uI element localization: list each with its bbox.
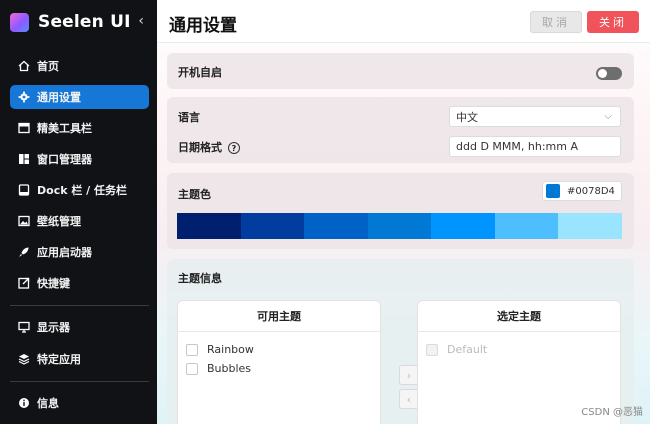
help-icon[interactable]: ? xyxy=(228,142,240,154)
theme-color-value: #0078D4 xyxy=(567,185,615,197)
color-swatch-2[interactable] xyxy=(240,213,305,239)
autostart-toggle[interactable] xyxy=(596,67,622,80)
cancel-button[interactable]: 取消 xyxy=(530,11,582,33)
sidebar-item-wallpaper[interactable]: 壁纸管理 xyxy=(10,209,149,233)
sidebar-item-toolbar[interactable]: 精美工具栏 xyxy=(10,116,149,140)
sidebar-divider xyxy=(10,381,149,382)
locale-card: 语言 中文 ⌵ 日期格式? ddd D MMM, hh:mm A xyxy=(167,97,634,163)
language-label: 语言 xyxy=(178,111,200,124)
chevron-down-icon: ⌵ xyxy=(604,111,612,122)
date-format-value: ddd D MMM, hh:mm A xyxy=(456,140,578,153)
sidebar: Seelen UI ‹ 首页 通用设置 精美工具栏 窗口管理器 Dock 栏 /… xyxy=(0,0,157,424)
language-select[interactable]: 中文 ⌵ xyxy=(449,106,621,127)
sidebar-item-shortcuts[interactable]: 快捷键 xyxy=(10,271,149,295)
sidebar-item-specific-apps[interactable]: 特定应用 xyxy=(10,347,149,371)
header: 通用设置 取消 关闭 xyxy=(157,0,650,43)
sidebar-item-info[interactable]: 信息 xyxy=(10,391,149,415)
sidebar-item-label: 壁纸管理 xyxy=(37,215,81,228)
theme-option-rainbow[interactable]: Rainbow xyxy=(186,343,254,356)
checkbox xyxy=(426,343,438,356)
monitor-icon xyxy=(17,321,30,334)
sidebar-item-label: 快捷键 xyxy=(37,277,70,290)
brand: Seelen UI ‹ xyxy=(10,8,150,36)
brand-name: Seelen UI xyxy=(38,12,131,32)
autostart-card: 开机自启 xyxy=(167,53,634,89)
theme-color-card: 主题色 #0078D4 xyxy=(167,173,634,249)
sidebar-item-monitors[interactable]: 显示器 xyxy=(10,315,149,339)
sidebar-item-label: Dock 栏 / 任务栏 xyxy=(37,184,128,197)
theme-info-label: 主题信息 xyxy=(178,272,222,285)
wallpaper-icon xyxy=(17,215,30,228)
date-format-label: 日期格式? xyxy=(178,139,240,155)
theme-color-picker[interactable]: #0078D4 xyxy=(542,181,622,201)
autostart-label: 开机自启 xyxy=(178,66,222,79)
sidebar-item-label: 首页 xyxy=(37,60,59,73)
page-title: 通用设置 xyxy=(169,16,237,36)
chevron-right-icon: › xyxy=(406,368,412,382)
move-left-button[interactable]: ‹ xyxy=(399,389,419,409)
sidebar-item-window-manager[interactable]: 窗口管理器 xyxy=(10,147,149,171)
language-value: 中文 xyxy=(456,110,478,124)
color-swatch-4[interactable] xyxy=(367,213,432,239)
close-button[interactable]: 关闭 xyxy=(587,11,639,33)
theme-palette xyxy=(177,213,623,239)
sidebar-divider xyxy=(10,305,149,306)
sidebar-item-label: 精美工具栏 xyxy=(37,122,92,135)
theme-option-bubbles[interactable]: Bubbles xyxy=(186,362,251,375)
color-swatch-6[interactable] xyxy=(494,213,559,239)
sidebar-item-home[interactable]: 首页 xyxy=(10,54,149,78)
app-logo xyxy=(10,12,29,32)
sidebar-item-app-launcher[interactable]: 应用启动器 xyxy=(10,240,149,264)
theme-option-default: Default xyxy=(426,343,487,356)
color-swatch-5[interactable] xyxy=(431,213,495,239)
layers-icon xyxy=(17,353,30,366)
shortcut-icon xyxy=(17,277,30,290)
sidebar-item-label: 窗口管理器 xyxy=(37,153,92,166)
date-format-input[interactable]: ddd D MMM, hh:mm A xyxy=(449,136,621,157)
info-icon xyxy=(17,397,30,410)
color-swatch-chip xyxy=(546,184,560,198)
sidebar-item-label: 通用设置 xyxy=(37,91,81,104)
sidebar-item-dock[interactable]: Dock 栏 / 任务栏 xyxy=(10,178,149,202)
toolbar-icon xyxy=(17,122,30,135)
theme-info-card: 主题信息 可用主题 Rainbow Bubbles › ‹ 选定主题 Defau… xyxy=(167,259,634,424)
checkbox[interactable] xyxy=(186,362,198,375)
collapse-sidebar-icon[interactable]: ‹ xyxy=(138,13,144,29)
chevron-left-icon: ‹ xyxy=(406,392,412,406)
dock-icon xyxy=(17,184,30,197)
sidebar-item-label: 特定应用 xyxy=(37,353,81,366)
home-icon xyxy=(17,60,30,73)
available-themes-title: 可用主题 xyxy=(178,301,380,332)
sidebar-item-general-settings[interactable]: 通用设置 xyxy=(10,85,149,109)
selected-themes-title: 选定主题 xyxy=(418,301,620,332)
sidebar-item-label: 显示器 xyxy=(37,321,70,334)
rocket-icon xyxy=(17,246,30,259)
color-swatch-7[interactable] xyxy=(558,213,623,239)
theme-color-label: 主题色 xyxy=(178,188,211,201)
color-swatch-1[interactable] xyxy=(177,213,241,239)
sidebar-item-label: 应用启动器 xyxy=(37,246,92,259)
sidebar-item-label: 信息 xyxy=(37,397,59,410)
color-swatch-3[interactable] xyxy=(304,213,368,239)
checkbox[interactable] xyxy=(186,343,198,356)
watermark: CSDN @恶猫 xyxy=(581,407,643,418)
main-content: 通用设置 取消 关闭 开机自启 语言 中文 ⌵ 日期格式? ddd D MMM,… xyxy=(157,0,650,424)
gear-icon xyxy=(17,91,30,104)
window-manager-icon xyxy=(17,153,30,166)
move-right-button[interactable]: › xyxy=(399,365,419,385)
available-themes-panel: 可用主题 Rainbow Bubbles xyxy=(177,300,381,424)
